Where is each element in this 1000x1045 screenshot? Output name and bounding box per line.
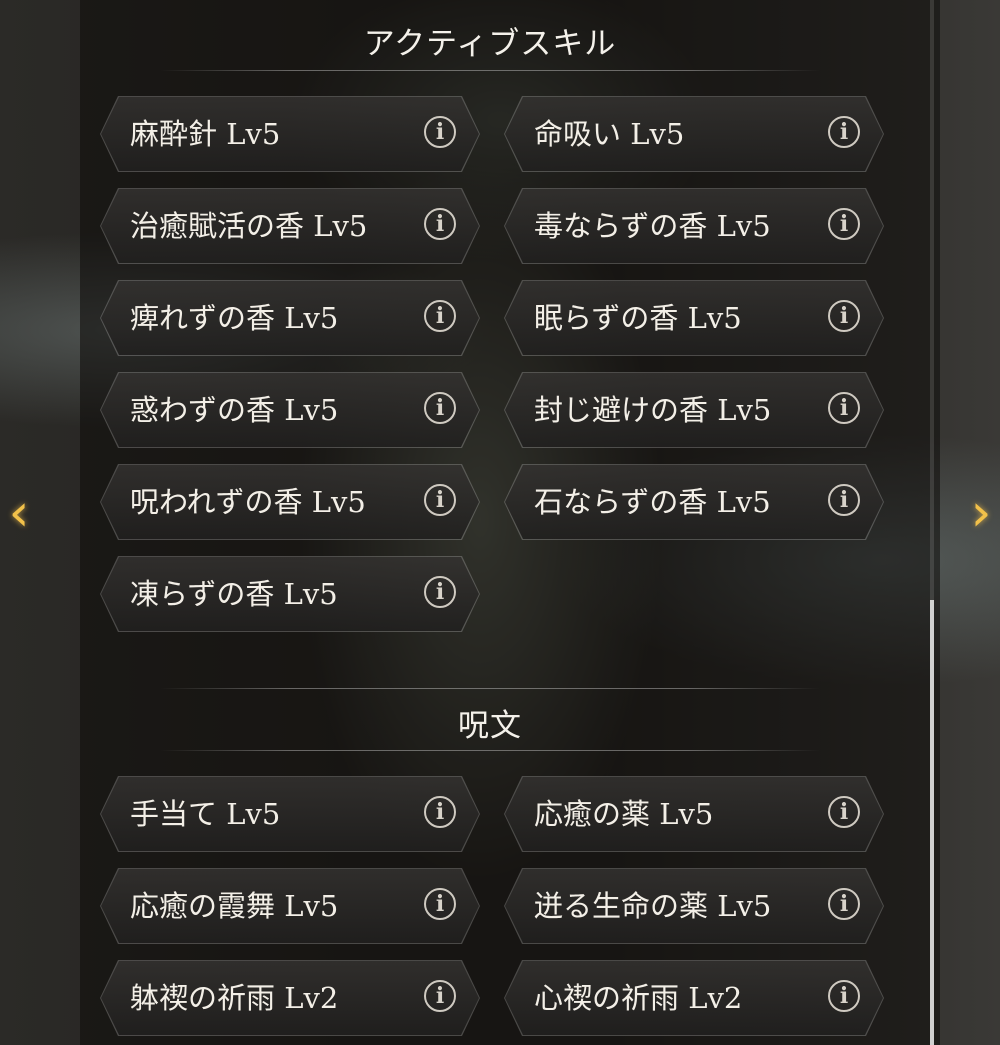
spell-item[interactable]: 迸る生命の薬 Lv5 i <box>504 868 884 944</box>
info-icon[interactable]: i <box>424 888 456 920</box>
info-icon[interactable]: i <box>828 116 860 148</box>
info-icon[interactable]: i <box>828 980 860 1012</box>
scrollbar-thumb[interactable] <box>930 600 934 1045</box>
info-icon[interactable]: i <box>424 392 456 424</box>
skill-label: 痺れずの香 Lv5 <box>130 301 339 335</box>
skill-label: 凍らずの香 Lv5 <box>130 577 338 611</box>
skill-item[interactable]: 毒ならずの香 Lv5 i <box>504 188 884 264</box>
info-icon[interactable]: i <box>828 300 860 332</box>
info-icon[interactable]: i <box>424 980 456 1012</box>
info-icon[interactable]: i <box>828 484 860 516</box>
skill-label: 毒ならずの香 Lv5 <box>534 209 771 243</box>
skill-label: 治癒賦活の香 Lv5 <box>130 209 368 243</box>
skill-item[interactable]: 麻酔針 Lv5 i <box>100 96 480 172</box>
spell-label: 迸る生命の薬 Lv5 <box>534 889 772 923</box>
skill-label: 命吸い Lv5 <box>534 117 685 151</box>
skill-item[interactable]: 治癒賦活の香 Lv5 i <box>100 188 480 264</box>
spell-item[interactable]: 応癒の薬 Lv5 i <box>504 776 884 852</box>
skill-label: 石ならずの香 Lv5 <box>534 485 771 519</box>
spell-label: 応癒の霞舞 Lv5 <box>130 889 339 923</box>
info-icon[interactable]: i <box>424 300 456 332</box>
skill-item[interactable]: 命吸い Lv5 i <box>504 96 884 172</box>
skill-item[interactable]: 石ならずの香 Lv5 i <box>504 464 884 540</box>
skill-item[interactable]: 封じ避けの香 Lv5 i <box>504 372 884 448</box>
spell-label: 心禊の祈雨 Lv2 <box>534 981 743 1015</box>
spell-label: 応癒の薬 Lv5 <box>534 797 714 831</box>
skill-item[interactable]: 呪われずの香 Lv5 i <box>100 464 480 540</box>
spell-item[interactable]: 応癒の霞舞 Lv5 i <box>100 868 480 944</box>
spell-item[interactable]: 手当て Lv5 i <box>100 776 480 852</box>
info-icon[interactable]: i <box>424 796 456 828</box>
skill-label: 麻酔針 Lv5 <box>130 117 281 151</box>
info-icon[interactable]: i <box>424 208 456 240</box>
spells-heading: 呪文 <box>458 708 522 744</box>
active-skills-divider <box>160 70 820 71</box>
info-icon[interactable]: i <box>424 116 456 148</box>
skill-label: 呪われずの香 Lv5 <box>130 485 366 519</box>
spell-item[interactable]: 躰禊の祈雨 Lv2 i <box>100 960 480 1036</box>
info-icon[interactable]: i <box>828 208 860 240</box>
spell-label: 手当て Lv5 <box>130 797 281 831</box>
info-icon[interactable]: i <box>828 888 860 920</box>
skill-label: 惑わずの香 Lv5 <box>130 393 339 427</box>
info-icon[interactable]: i <box>424 576 456 608</box>
active-skills-heading: アクティブスキル <box>363 26 617 62</box>
skill-item[interactable]: 凍らずの香 Lv5 i <box>100 556 480 632</box>
info-icon[interactable]: i <box>828 796 860 828</box>
skill-label: 封じ避けの香 Lv5 <box>534 393 772 427</box>
skill-label: 眠らずの香 Lv5 <box>534 301 742 335</box>
chevron-left-icon[interactable]: ‹ <box>4 478 34 548</box>
spells-top-divider <box>160 688 820 689</box>
chevron-right-icon[interactable]: › <box>966 478 996 548</box>
info-icon[interactable]: i <box>828 392 860 424</box>
skill-item[interactable]: 惑わずの香 Lv5 i <box>100 372 480 448</box>
spell-item[interactable]: 心禊の祈雨 Lv2 i <box>504 960 884 1036</box>
skill-item[interactable]: 痺れずの香 Lv5 i <box>100 280 480 356</box>
spells-divider <box>160 750 820 751</box>
skill-item[interactable]: 眠らずの香 Lv5 i <box>504 280 884 356</box>
spell-label: 躰禊の祈雨 Lv2 <box>130 981 339 1015</box>
info-icon[interactable]: i <box>424 484 456 516</box>
